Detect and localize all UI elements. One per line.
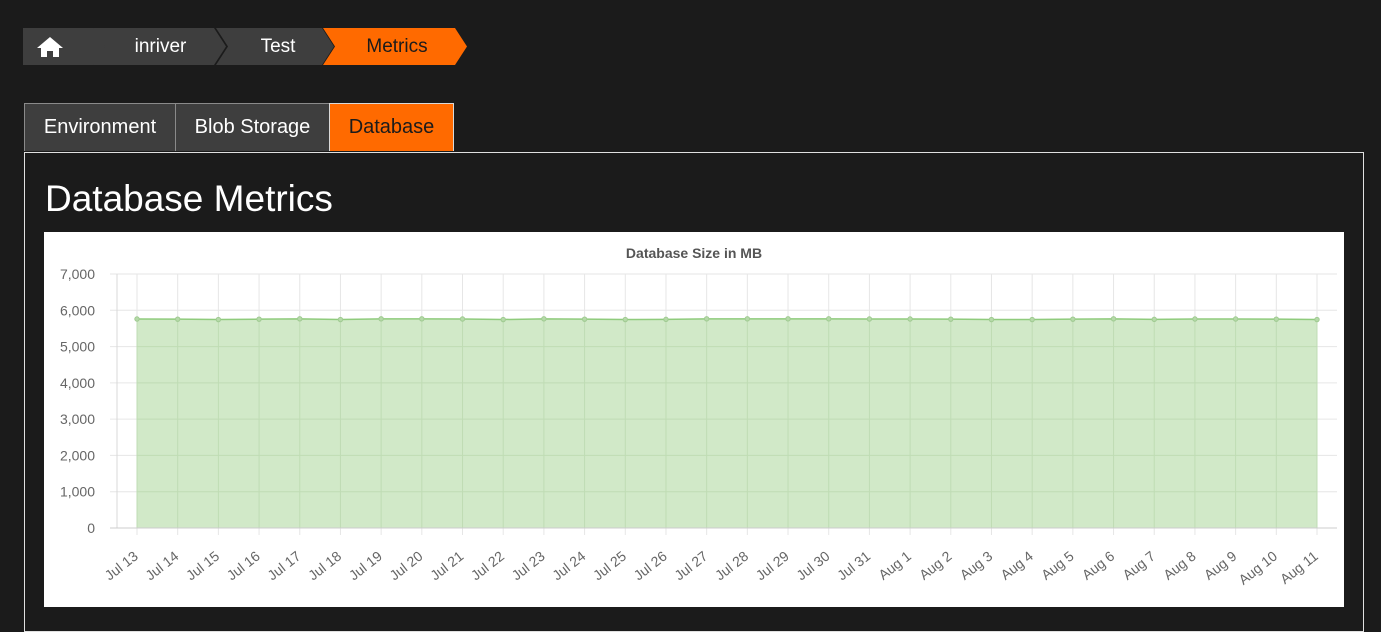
x-tick-label: Aug 10 (1235, 548, 1280, 588)
data-point (826, 316, 832, 322)
tab-environment[interactable]: Environment (24, 103, 176, 151)
x-tick-label: Jul 20 (386, 548, 425, 584)
x-tick-label: Aug 2 (916, 548, 955, 583)
x-tick-label: Jul 30 (793, 548, 832, 584)
data-point (1110, 316, 1117, 322)
data-point (297, 316, 303, 322)
data-point (1151, 316, 1157, 323)
breadcrumb-item-test[interactable]: Test (216, 28, 334, 65)
data-point (134, 316, 140, 322)
x-tick-label: Jul 26 (631, 548, 670, 584)
home-icon (37, 37, 63, 57)
data-point (1273, 316, 1280, 322)
breadcrumb-home[interactable] (23, 28, 105, 65)
x-tick-label: Jul 22 (468, 548, 507, 584)
x-tick-label: Aug 7 (1119, 548, 1158, 583)
chart-area-layer (134, 316, 1320, 528)
y-tick-label: 4,000 (60, 375, 95, 391)
x-tick-label: Jul 15 (183, 548, 222, 584)
breadcrumb-label: Metrics (366, 36, 428, 57)
data-point (581, 316, 588, 322)
x-tick-label: Jul 16 (224, 548, 263, 584)
tab-database[interactable]: Database (329, 103, 454, 151)
chart-svg: Database Size in MB 0 1,000 2,000 3,000 4,00… (60, 245, 1337, 588)
x-tick-label: Jul 13 (102, 548, 141, 584)
data-point (541, 316, 547, 322)
x-tick-label: Jul 29 (753, 548, 792, 584)
data-point (1029, 316, 1035, 323)
data-point (948, 316, 954, 322)
x-tick-label: Jul 17 (264, 548, 303, 584)
data-point (459, 316, 466, 322)
data-point (256, 316, 262, 322)
data-point (988, 316, 995, 323)
chart-title: Database Size in MB (626, 245, 762, 261)
data-point (1314, 316, 1320, 323)
database-size-chart: Database Size in MB 0 1,000 2,000 3,000 4,00… (44, 232, 1344, 607)
x-tick-label: Aug 6 (1079, 548, 1118, 583)
tab-label: Environment (43, 116, 157, 138)
y-tick-label: 5,000 (60, 339, 95, 355)
y-tick-label: 6,000 (60, 302, 95, 318)
y-tick-label: 1,000 (60, 484, 95, 500)
data-point (215, 316, 222, 323)
y-tick-label: 3,000 (60, 411, 95, 427)
x-tick-label: Aug 4 (997, 548, 1036, 583)
data-point (1192, 316, 1198, 322)
x-tick-label: Aug 9 (1201, 548, 1240, 583)
database-metrics-panel: Database Metrics Database Size in MB 0 1,… (24, 152, 1364, 632)
x-tick-label: Jul 19 (346, 548, 385, 584)
data-point (703, 316, 710, 322)
data-point (419, 316, 425, 322)
tab-label: Blob Storage (194, 116, 311, 138)
breadcrumb-label: Test (260, 36, 296, 57)
data-point (907, 316, 913, 322)
page-title: Database Metrics (45, 178, 333, 219)
y-tick-label: 7,000 (60, 266, 95, 282)
x-tick-label: Jul 21 (427, 548, 466, 584)
x-tick-label: Aug 1 (875, 548, 914, 583)
data-point (663, 316, 669, 323)
breadcrumb-label: inriver (134, 36, 187, 57)
series-line (136, 318, 1318, 321)
data-point (337, 316, 344, 323)
data-point (1232, 316, 1239, 322)
data-point (500, 316, 506, 323)
x-tick-label: Jul 24 (549, 548, 588, 584)
data-point (1070, 316, 1076, 322)
data-point (174, 316, 181, 322)
tab-blob-storage[interactable]: Blob Storage (175, 103, 330, 151)
x-tick-label: Jul 27 (671, 548, 710, 584)
x-tick-label: Jul 18 (305, 548, 344, 584)
x-tick-label: Jul 25 (590, 548, 629, 584)
x-tick-label: Jul 28 (712, 548, 751, 584)
x-tick-label: Aug 11 (1277, 548, 1321, 587)
x-tick-label: Aug 3 (957, 548, 996, 583)
breadcrumb-item-metrics[interactable]: Metrics (323, 28, 467, 65)
y-tick-label: 2,000 (60, 447, 95, 463)
data-point (622, 316, 628, 323)
x-tick-label: Aug 8 (1160, 548, 1199, 583)
data-point (785, 316, 791, 322)
tab-label: Database (348, 116, 435, 138)
breadcrumb-item-inriver[interactable]: inriver (91, 28, 226, 65)
y-tick-label: 0 (87, 520, 95, 536)
data-point (866, 316, 873, 322)
data-point (744, 316, 751, 322)
x-tick-label: Aug 5 (1038, 548, 1077, 583)
x-tick-label: Jul 14 (142, 548, 181, 584)
x-tick-label: Jul 23 (508, 548, 547, 584)
x-tick-label: Jul 31 (834, 548, 873, 584)
series-area-fill (137, 318, 1317, 528)
data-point (378, 316, 384, 322)
